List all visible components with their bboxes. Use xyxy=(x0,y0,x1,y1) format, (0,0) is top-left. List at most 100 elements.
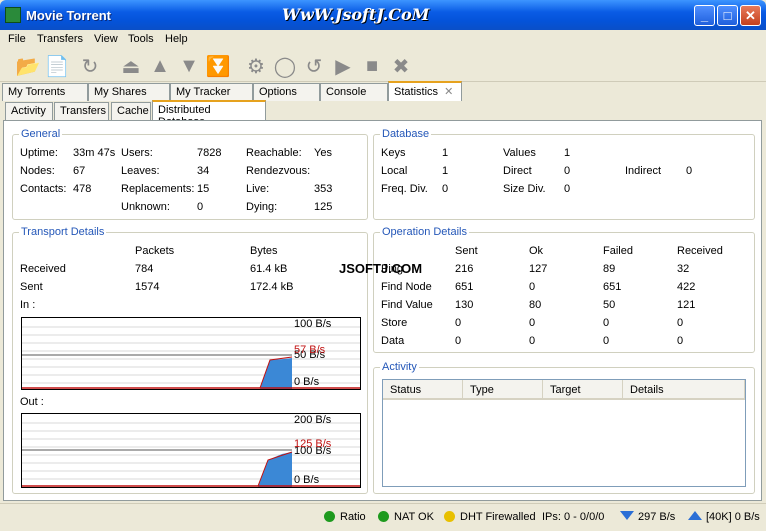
op-row-label: Data xyxy=(381,335,405,347)
recheck-icon[interactable]: ↻ xyxy=(78,54,102,78)
tab-statistics[interactable]: Statistics ✕ xyxy=(388,81,462,101)
tab-statistics-label: Statistics xyxy=(394,86,439,98)
replacements-label: Replacements: xyxy=(121,183,195,195)
sub-tabs: Activity Transfers Cache Distributed Dat… xyxy=(0,100,766,128)
keys-label: Keys xyxy=(381,147,406,159)
new-icon[interactable]: 📄 xyxy=(45,54,70,78)
tab-options[interactable]: Options xyxy=(253,83,320,101)
nat-status: NAT OK xyxy=(378,511,434,523)
nodes-value: 67 xyxy=(73,165,86,177)
download-arrow-icon xyxy=(620,511,634,520)
close-button[interactable]: ✕ xyxy=(740,5,761,26)
database-title: Database xyxy=(380,128,432,140)
in-graph-bottom-label: 0 B/s xyxy=(294,376,320,388)
menu-transfers[interactable]: Transfers xyxy=(37,33,83,45)
op-cell: 0 xyxy=(529,335,536,347)
op-cell: 651 xyxy=(603,281,622,293)
move-top-icon[interactable]: ⏏ xyxy=(119,54,143,78)
op-cell: 0 xyxy=(603,335,610,347)
settings-icon[interactable]: ⚙ xyxy=(244,54,268,78)
menu-file[interactable]: File xyxy=(8,33,26,45)
subtab-distributed-database[interactable]: Distributed Database xyxy=(152,100,266,128)
activity-group: Activity Status Type Target Details xyxy=(373,361,755,494)
op-cell: 651 xyxy=(455,281,474,293)
column-target[interactable]: Target xyxy=(543,380,623,400)
move-down-icon[interactable]: ▼ xyxy=(177,54,201,78)
reload-icon[interactable]: ↺ xyxy=(302,54,326,78)
direct-label: Direct xyxy=(503,165,532,177)
column-details[interactable]: Details xyxy=(623,380,745,400)
ips-status: IPs: 0 - 0/0/0 xyxy=(542,511,605,523)
subtab-transfers[interactable]: Transfers xyxy=(54,102,109,121)
download-speed: 297 B/s xyxy=(620,511,675,523)
leaves-label: Leaves: xyxy=(121,165,160,177)
received-packets: 784 xyxy=(135,263,154,275)
size-div-value: 0 xyxy=(564,183,571,195)
title-bar: Movie Torrent WwW.JsoftJ.CoM _ □ ✕ xyxy=(0,0,766,30)
sent-packets: 1574 xyxy=(135,281,160,293)
close-tab-icon[interactable]: ✕ xyxy=(444,86,453,98)
sent-label: Sent xyxy=(20,281,43,293)
database-group: Database Keys 1 Local 1 Freq. Div. 0 Val… xyxy=(373,128,755,220)
subtab-activity[interactable]: Activity xyxy=(5,102,53,121)
open-icon[interactable]: 📂 xyxy=(16,54,41,78)
live-value: 353 xyxy=(314,183,333,195)
menu-bar: File Transfers View Tools Help xyxy=(0,30,766,50)
op-cell: 0 xyxy=(455,335,462,347)
move-bottom-icon[interactable]: ⏬ xyxy=(206,54,231,78)
activity-list[interactable]: Status Type Target Details xyxy=(382,379,746,487)
menu-help[interactable]: Help xyxy=(165,33,188,45)
tab-my-shares[interactable]: My Shares xyxy=(88,83,170,101)
nodes-label: Nodes: xyxy=(20,165,55,177)
out-label: Out : xyxy=(20,396,44,408)
replacements-value: 15 xyxy=(197,183,210,195)
op-cell: 0 xyxy=(455,317,462,329)
local-value: 1 xyxy=(442,165,449,177)
move-up-icon[interactable]: ▲ xyxy=(148,54,172,78)
op-cell: 130 xyxy=(455,299,474,311)
operation-title: Operation Details xyxy=(380,226,469,238)
play-icon[interactable]: ▶ xyxy=(331,54,355,78)
unknown-value: 0 xyxy=(197,201,204,213)
subtab-cache[interactable]: Cache xyxy=(111,102,151,121)
tab-my-torrents[interactable]: My Torrents xyxy=(2,83,88,101)
remove-icon[interactable]: ✖ xyxy=(389,54,413,78)
op-header-received: Received xyxy=(677,245,723,257)
column-status[interactable]: Status xyxy=(383,380,463,400)
statistics-panel: General Uptime: 33m 47s Nodes: 67 Contac… xyxy=(3,120,762,501)
live-label: Live: xyxy=(246,183,270,195)
op-row-label: Find Value xyxy=(381,299,433,311)
column-type[interactable]: Type xyxy=(463,380,543,400)
nat-indicator-icon xyxy=(378,511,389,522)
toolbar: 📂 📄 ↻ ⏏ ▲ ▼ ⏬ ⚙ ◯ ↺ ▶ ■ ✖ xyxy=(0,50,766,82)
contacts-value: 478 xyxy=(73,183,92,195)
received-label: Received xyxy=(20,263,66,275)
window-title: Movie Torrent xyxy=(26,8,111,23)
packets-header: Packets xyxy=(135,245,175,257)
maximize-button[interactable]: □ xyxy=(717,5,738,26)
values-label: Values xyxy=(503,147,536,159)
op-header-sent: Sent xyxy=(455,245,478,257)
ratio-label: Ratio xyxy=(340,511,366,523)
dying-label: Dying: xyxy=(246,201,278,213)
stop-icon[interactable]: ■ xyxy=(360,54,384,78)
op-cell: 0 xyxy=(603,317,610,329)
ratio-indicator-icon xyxy=(324,511,335,522)
nat-label: NAT OK xyxy=(394,511,434,523)
op-cell: 216 xyxy=(455,263,474,275)
transport-title: Transport Details xyxy=(19,226,107,238)
menu-tools[interactable]: Tools xyxy=(128,33,154,45)
users-value: 7828 xyxy=(197,147,222,159)
out-graph: 200 B/s 100 B/s 125 B/s 0 B/s xyxy=(21,413,361,488)
refresh-icon[interactable]: ◯ xyxy=(273,54,297,78)
menu-view[interactable]: View xyxy=(94,33,118,45)
op-cell: 32 xyxy=(677,263,690,275)
minimize-button[interactable]: _ xyxy=(694,5,715,26)
op-cell: 127 xyxy=(529,263,548,275)
tab-console[interactable]: Console xyxy=(320,83,388,101)
unknown-label: Unknown: xyxy=(121,201,170,213)
bytes-header: Bytes xyxy=(250,245,278,257)
transport-group: Transport Details Packets Bytes Received… xyxy=(12,226,368,494)
tab-my-tracker[interactable]: My Tracker xyxy=(170,83,253,101)
op-cell: 422 xyxy=(677,281,696,293)
